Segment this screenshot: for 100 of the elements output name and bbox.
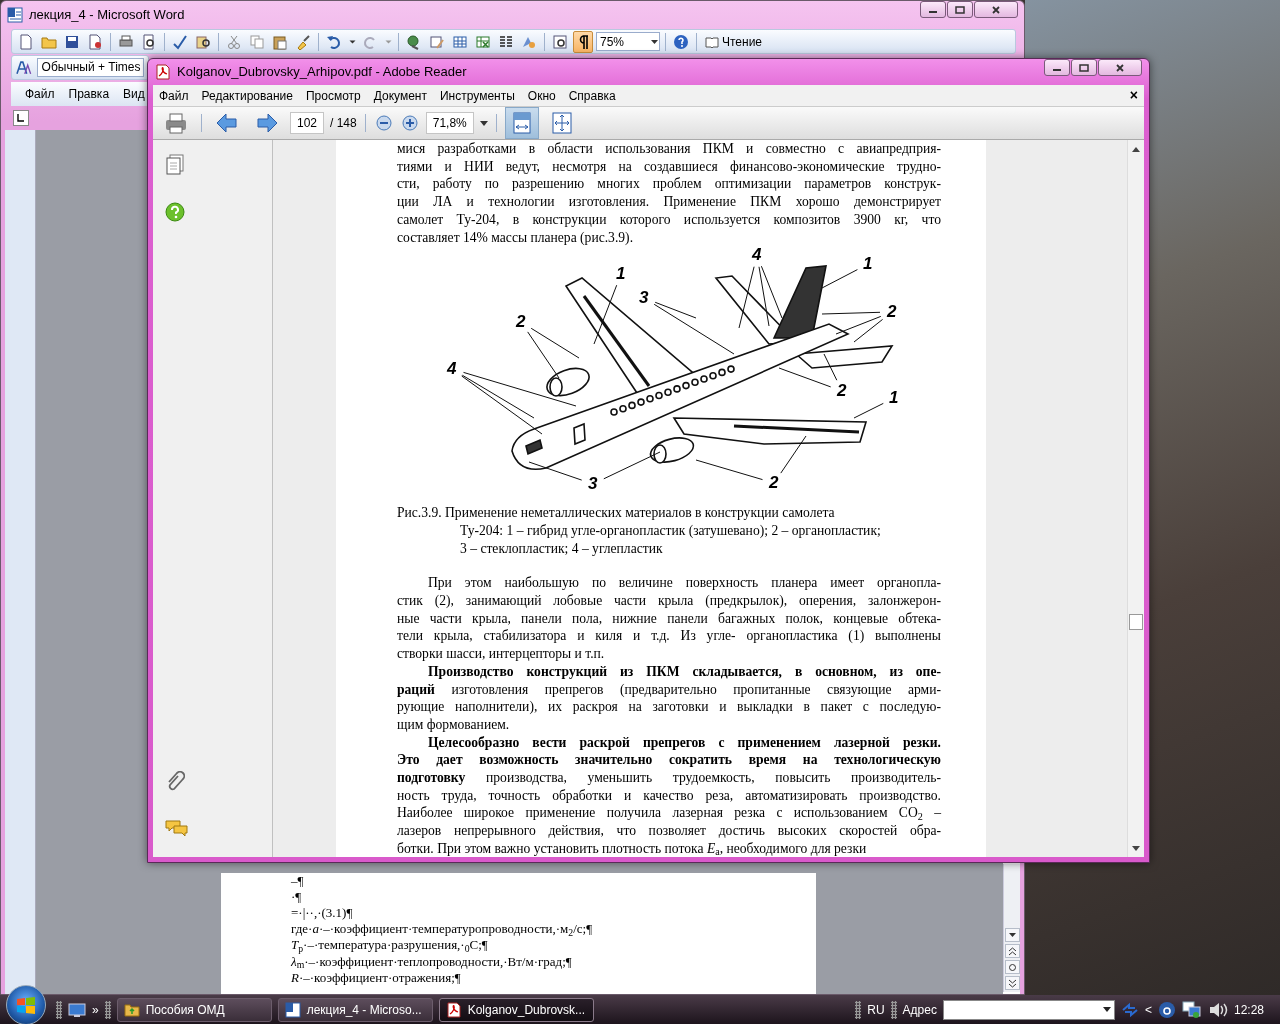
caret-icon xyxy=(348,39,356,44)
window-title: лекция_4 - Microsoft Word xyxy=(29,5,185,24)
address-label: Адрес xyxy=(902,1001,937,1019)
speaker-icon[interactable] xyxy=(1207,1000,1228,1019)
figure-label: 1 xyxy=(616,264,626,285)
caret-down-icon[interactable] xyxy=(1132,845,1140,851)
paragraph: При этом наибольшую по величине поверхность планера имеет органопла- стик (2), занимающий лобовые части крыла (предкрылок), оперения, залонжерон- ные части крыла, панели пола, нижние панели багажных полок, концевые обтека- тели крыла, стабилизатора и киля и т.д. Из угле- органопластика (1) выполнены створки шасси, интерцепторы и т.п. xyxy=(397,574,941,663)
columns-icon xyxy=(498,33,514,50)
printer-icon xyxy=(164,112,188,134)
menu-item[interactable]: Файл xyxy=(25,85,55,103)
menu-item[interactable]: Документ xyxy=(373,86,427,105)
pages-icon[interactable] xyxy=(165,154,185,176)
fit-width-icon xyxy=(512,112,531,134)
comments-icon[interactable] xyxy=(165,819,189,837)
more-button[interactable]: » xyxy=(92,1000,99,1019)
caret-icon[interactable] xyxy=(479,120,488,126)
tray-expand-button[interactable]: < xyxy=(1144,1000,1152,1019)
close-button[interactable] xyxy=(1098,59,1142,76)
menu-item[interactable]: Справка xyxy=(568,86,616,105)
plus-icon xyxy=(401,115,418,131)
close-icon xyxy=(991,5,1001,14)
print-preview-icon xyxy=(141,33,157,50)
menu-item[interactable]: Просмотр xyxy=(305,86,361,105)
minimize-button[interactable] xyxy=(920,1,946,18)
figure-label: 2 xyxy=(516,312,526,333)
maximize-button[interactable] xyxy=(947,1,973,18)
reading-button[interactable]: Чтение xyxy=(702,32,766,51)
table-icon xyxy=(452,33,468,50)
page-down-icon[interactable] xyxy=(1008,978,1017,988)
pdf-document-icon xyxy=(155,63,171,80)
show-desktop-icon[interactable] xyxy=(68,1001,86,1018)
close-document-button[interactable]: × xyxy=(1129,85,1138,106)
text-line: ·¶ xyxy=(291,888,303,905)
caret-icon xyxy=(384,39,392,44)
globe-link-icon xyxy=(406,33,422,50)
menu-item[interactable]: Инструменты xyxy=(440,86,515,105)
page-number-field[interactable]: 102 xyxy=(290,112,325,134)
scroll-thumb[interactable] xyxy=(1129,614,1143,630)
caret-down-icon xyxy=(1102,1007,1111,1012)
page-total: / 148 xyxy=(330,115,357,132)
styles-icon xyxy=(16,59,34,76)
new-document-icon xyxy=(18,33,34,50)
taskbar-button[interactable]: лекция_4 - Microso... xyxy=(277,997,433,1022)
right-arrow-icon xyxy=(256,113,278,133)
text-line: =·|··,·(3.1)¶ xyxy=(291,905,354,922)
browse-object-icon[interactable] xyxy=(1008,962,1017,972)
window-title: Kolganov_Dubrovsky_Arhipov.pdf - Adobe Reader xyxy=(177,62,467,81)
menu-item[interactable]: Редактирование xyxy=(201,86,293,105)
spreadsheet-icon xyxy=(475,33,491,50)
printer-icon xyxy=(118,33,134,50)
go-arrows-icon[interactable] xyxy=(1120,1001,1139,1018)
style-dropdown[interactable]: Обычный + Times xyxy=(36,58,144,77)
menu-item[interactable]: Вид xyxy=(123,85,145,103)
menu-item[interactable]: Правка xyxy=(68,85,110,103)
network-icon[interactable] xyxy=(1181,1000,1202,1019)
text-line: где·a·–·коэффициент·температуропроводности,·м$_{2}$/с;¶ xyxy=(291,921,594,938)
figure-caption: Рис.3.9. Применение неметаллических материалов в конструкции самолета Ту-204: 1 – гибрид угле-органопластик (затушевано); 2 – органопластик; 3 – стеклопластик; 4 – углепластик xyxy=(397,504,882,558)
paragraph: Целесообразно вести раскрой препрегов с применением лазерной резки. Это дает возможность значительно сократить время на технологическую подготовку производства, уменьшить трудоемкость, повысить производитель- ность труда, точность обработки и качество реза, автоматизировать производство. Наиболее широкое применение получила лазерная резка с использованием CO$_{2}$ – лазеров непрерывного действия, что позволяет достичь высоких скоростей обра- ботки. При этом важно установить плотность потока E$_{a}$, необходимого для резки xyxy=(397,733,941,857)
word-document-icon xyxy=(7,6,23,23)
taskbar-button[interactable]: Пособия ОМД xyxy=(116,997,272,1022)
text-line: R·–·коэффициент·отражения;¶ xyxy=(291,969,462,986)
formatting-marks-button[interactable] xyxy=(573,30,593,53)
figure-label: 1 xyxy=(863,254,873,275)
zoom-field[interactable]: 71,8% xyxy=(425,112,474,134)
text-line: –¶ xyxy=(291,872,305,889)
minimize-button[interactable] xyxy=(1044,59,1070,76)
caret-down-icon[interactable] xyxy=(1008,930,1017,940)
figure-label: 2 xyxy=(769,473,779,494)
scrollbar[interactable] xyxy=(1127,140,1144,857)
menu-item[interactable]: Окно xyxy=(527,86,556,105)
scrollbar[interactable] xyxy=(1003,864,1020,992)
save-icon xyxy=(64,33,80,50)
windows-logo-icon xyxy=(16,995,36,1014)
maximize-button[interactable] xyxy=(1071,59,1097,76)
caret-up-icon[interactable] xyxy=(1132,146,1140,152)
figure-label: 4 xyxy=(752,245,762,266)
menu-item[interactable]: Файл xyxy=(159,86,189,105)
table-pencil-icon xyxy=(429,33,445,50)
pilcrow-icon xyxy=(577,34,589,49)
language-indicator[interactable]: RU xyxy=(867,1000,885,1019)
text-line: T$_{р}$·–·температура·разрушения,·$_{0}$С;¶ xyxy=(291,937,489,954)
taskbar-button[interactable]: Kolganov_Dubrovsk... xyxy=(438,997,594,1022)
tab-stop-icon xyxy=(13,110,29,126)
minus-icon xyxy=(375,115,392,131)
page-up-icon[interactable] xyxy=(1008,946,1017,956)
maximize-icon xyxy=(955,5,965,14)
figure-label: 2 xyxy=(837,381,847,402)
fit-width-button[interactable] xyxy=(504,107,539,139)
pdf-document-icon xyxy=(445,1001,462,1018)
scissors-icon xyxy=(226,33,242,50)
paragraph: мися разработками в области использования ПКМ и совместно с авиапредприя- тиями и НИИ ведут, несмотря на создавшиеся финансово-экономические трудно- сти, работу по разрешению многих проблем оптимизации параметров конструк- ции ЛА и технологии изготовления. Применение ПКМ хорошо демонстрирует самолет Ту-204, в конструкции которого используется композитов 3900 кг, что составляет 14% массы планера (рис.3.9). xyxy=(397,140,941,247)
zoom-dropdown[interactable]: 75% xyxy=(596,32,660,51)
figure-label: 3 xyxy=(588,474,598,495)
close-button[interactable] xyxy=(974,1,1018,18)
help-icon xyxy=(673,33,689,50)
paperclip-icon[interactable] xyxy=(165,771,185,793)
figure-label: 3 xyxy=(639,288,649,309)
address-field[interactable] xyxy=(942,999,1115,1020)
permission-icon xyxy=(87,33,103,50)
help-icon[interactable] xyxy=(165,202,185,222)
